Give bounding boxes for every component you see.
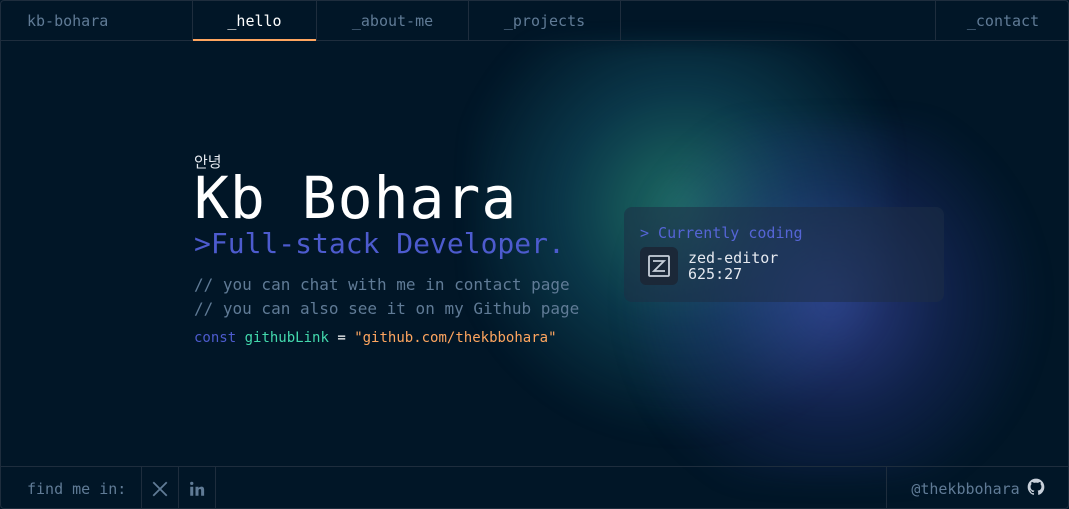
footer-bar: find me in: @thekbbohara [1,466,1068,508]
github-handle: @thekbbohara [911,479,1020,498]
find-me-label: find me in: [1,467,142,508]
top-navbar: kb-bohara _hello _about-me _projects _co… [1,1,1068,41]
comment-block: // you can chat with me in contact page … [194,273,579,321]
card-title: > Currently coding [640,224,803,242]
currently-coding-card: > Currently coding zed-editor 625:27 [624,207,944,302]
app-meta: zed-editor 625:27 [688,250,778,282]
tab-about-me[interactable]: _about-me [317,1,469,40]
code-variable: githubLink [244,330,329,346]
hero-section: 안녕 Kb Bohara >Full-stack Developer. // y… [194,153,579,347]
cursor-position: 625:27 [688,265,743,283]
linkedin-icon[interactable] [179,467,216,508]
github-icon [1026,477,1046,501]
role-subtitle: >Full-stack Developer. [194,227,565,260]
tab-contact[interactable]: _contact [935,1,1068,40]
code-line: const githubLink = "github.com/thekbboha… [194,329,579,347]
footer-spacer [216,467,886,508]
github-handle-link[interactable]: @thekbbohara [886,467,1068,508]
app-name: zed-editor [688,249,779,267]
brand-name[interactable]: kb-bohara [1,1,193,40]
page-title: Kb Bohara [194,164,518,232]
navbar-spacer [621,1,935,40]
tab-projects[interactable]: _projects [469,1,621,40]
zed-icon [640,247,678,285]
code-equals: = [337,330,346,346]
comment-line-1: // you can chat with me in contact page [194,275,570,294]
comment-line-2: // you can also see it on my Github page [194,299,580,318]
code-keyword: const [194,330,237,346]
portfolio-window: kb-bohara _hello _about-me _projects _co… [0,0,1069,509]
tab-hello[interactable]: _hello [193,1,317,41]
x-icon[interactable] [142,467,179,508]
card-app-row: zed-editor 625:27 [640,247,928,285]
github-link[interactable]: "github.com/thekbbohara" [354,330,556,346]
